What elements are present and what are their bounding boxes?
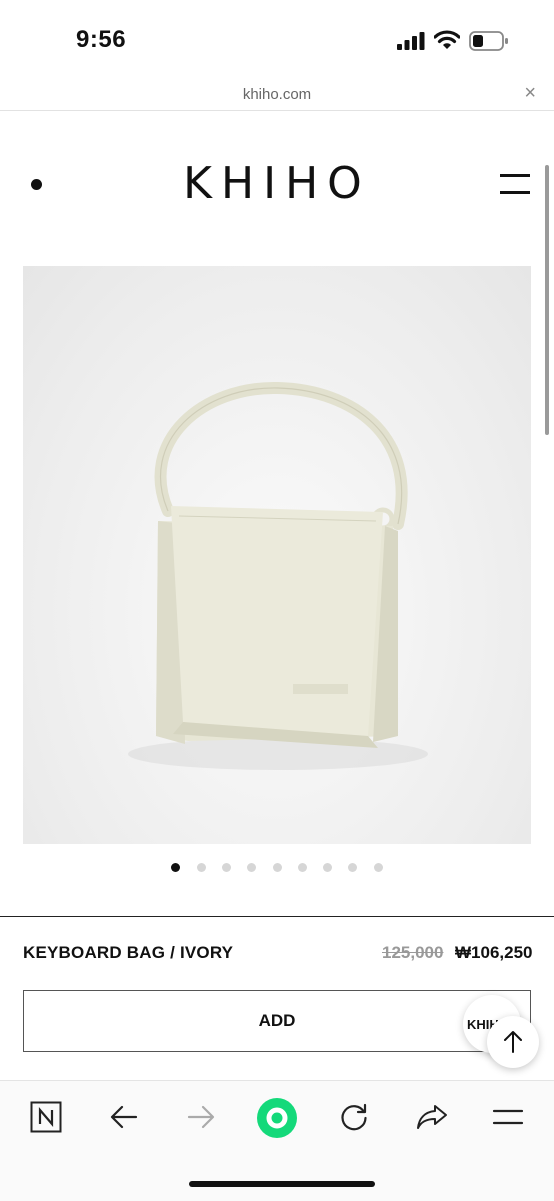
page-dot[interactable] — [323, 863, 333, 872]
home-indicator[interactable] — [189, 1181, 375, 1187]
add-to-cart-button[interactable]: ADD — [23, 990, 531, 1052]
hamburger-menu-icon[interactable] — [500, 174, 530, 194]
page-dot[interactable] — [272, 863, 282, 872]
page-dot-active[interactable] — [171, 863, 181, 872]
scroll-to-top-button[interactable] — [487, 1016, 539, 1068]
url-text[interactable]: khiho.com — [0, 86, 554, 103]
site-logo[interactable]: KHIHO — [0, 158, 554, 209]
share-icon[interactable] — [415, 1101, 449, 1133]
original-price: 125,000 — [382, 943, 444, 962]
battery-icon — [469, 31, 508, 51]
naver-icon[interactable] — [30, 1101, 62, 1133]
arrow-up-icon — [504, 1031, 522, 1053]
page-dot[interactable] — [297, 863, 307, 872]
image-pagination — [0, 863, 554, 872]
status-bar: 9:56 — [0, 0, 554, 80]
page-dot[interactable] — [247, 863, 257, 872]
page-dot[interactable] — [373, 863, 383, 872]
menu-icon[interactable] — [492, 1101, 524, 1133]
green-dot-icon[interactable] — [256, 1097, 298, 1139]
product-name: KEYBOARD BAG / IVORY — [23, 943, 234, 962]
product-image[interactable] — [23, 266, 531, 844]
sale-price: ₩106,250 — [455, 943, 533, 962]
wifi-icon — [434, 30, 460, 49]
clock: 9:56 — [76, 26, 127, 53]
forward-icon[interactable] — [185, 1101, 217, 1133]
address-bar[interactable]: khiho.com × — [0, 80, 554, 111]
divider — [0, 916, 554, 917]
page-scrollbar[interactable] — [545, 165, 549, 435]
reload-icon[interactable] — [338, 1101, 370, 1133]
bag-illustration — [128, 381, 428, 770]
cellular-signal-icon — [397, 32, 425, 50]
page-dot[interactable] — [348, 863, 358, 872]
page-dot[interactable] — [196, 863, 206, 872]
back-icon[interactable] — [108, 1101, 140, 1133]
page-dot[interactable] — [221, 863, 231, 872]
close-icon[interactable]: × — [524, 82, 536, 105]
